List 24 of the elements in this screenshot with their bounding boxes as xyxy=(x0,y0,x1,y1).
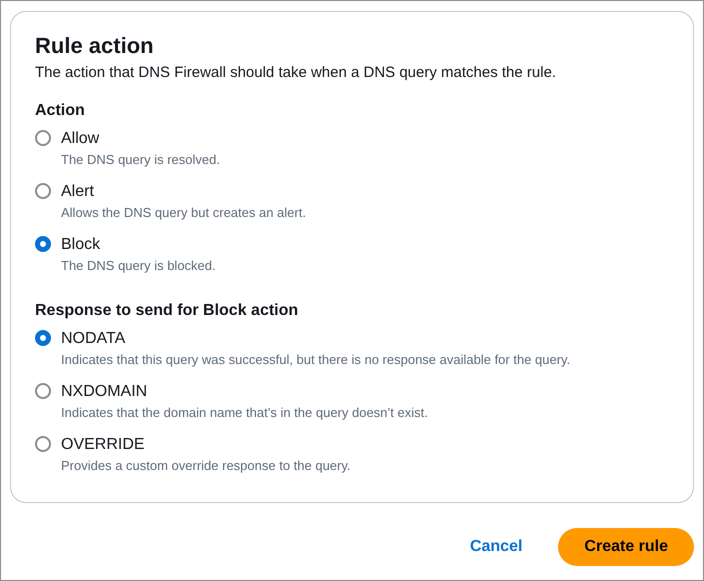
panel-description: The action that DNS Firewall should take when a DNS query matches the rule. xyxy=(35,63,558,83)
group-label: Response to send for Block action xyxy=(35,301,300,321)
option-description: The DNS query is resolved. xyxy=(61,151,220,169)
radio-button[interactable] xyxy=(35,436,51,452)
option-label[interactable]: NODATA xyxy=(61,328,570,350)
option-description: Indicates that the domain name that’s in the query doesn’t exist. xyxy=(61,404,428,422)
create-button[interactable]: Create rule xyxy=(558,528,694,566)
option-label[interactable]: NXDOMAIN xyxy=(61,381,428,403)
radio-button[interactable] xyxy=(35,130,51,146)
option-label[interactable]: OVERRIDE xyxy=(61,434,351,456)
option-label[interactable]: Alert xyxy=(61,181,306,203)
option-description: Provides a custom override response to the query. xyxy=(61,457,351,475)
radio-button[interactable] xyxy=(35,383,51,399)
option-label[interactable]: Block xyxy=(61,234,216,256)
group-label: Action xyxy=(35,101,86,121)
radio-button[interactable] xyxy=(35,330,51,346)
radio-button[interactable] xyxy=(35,183,51,199)
option-description: The DNS query is blocked. xyxy=(61,257,216,275)
option-description: Allows the DNS query but creates an alert. xyxy=(61,204,306,222)
option-description: Indicates that this query was successful, but there is no response available for the query. xyxy=(61,351,570,369)
cancel-button[interactable]: Cancel xyxy=(454,530,538,564)
option-label[interactable]: Allow xyxy=(61,128,220,150)
panel-title: Rule action xyxy=(35,32,155,60)
radio-button[interactable] xyxy=(35,236,51,252)
